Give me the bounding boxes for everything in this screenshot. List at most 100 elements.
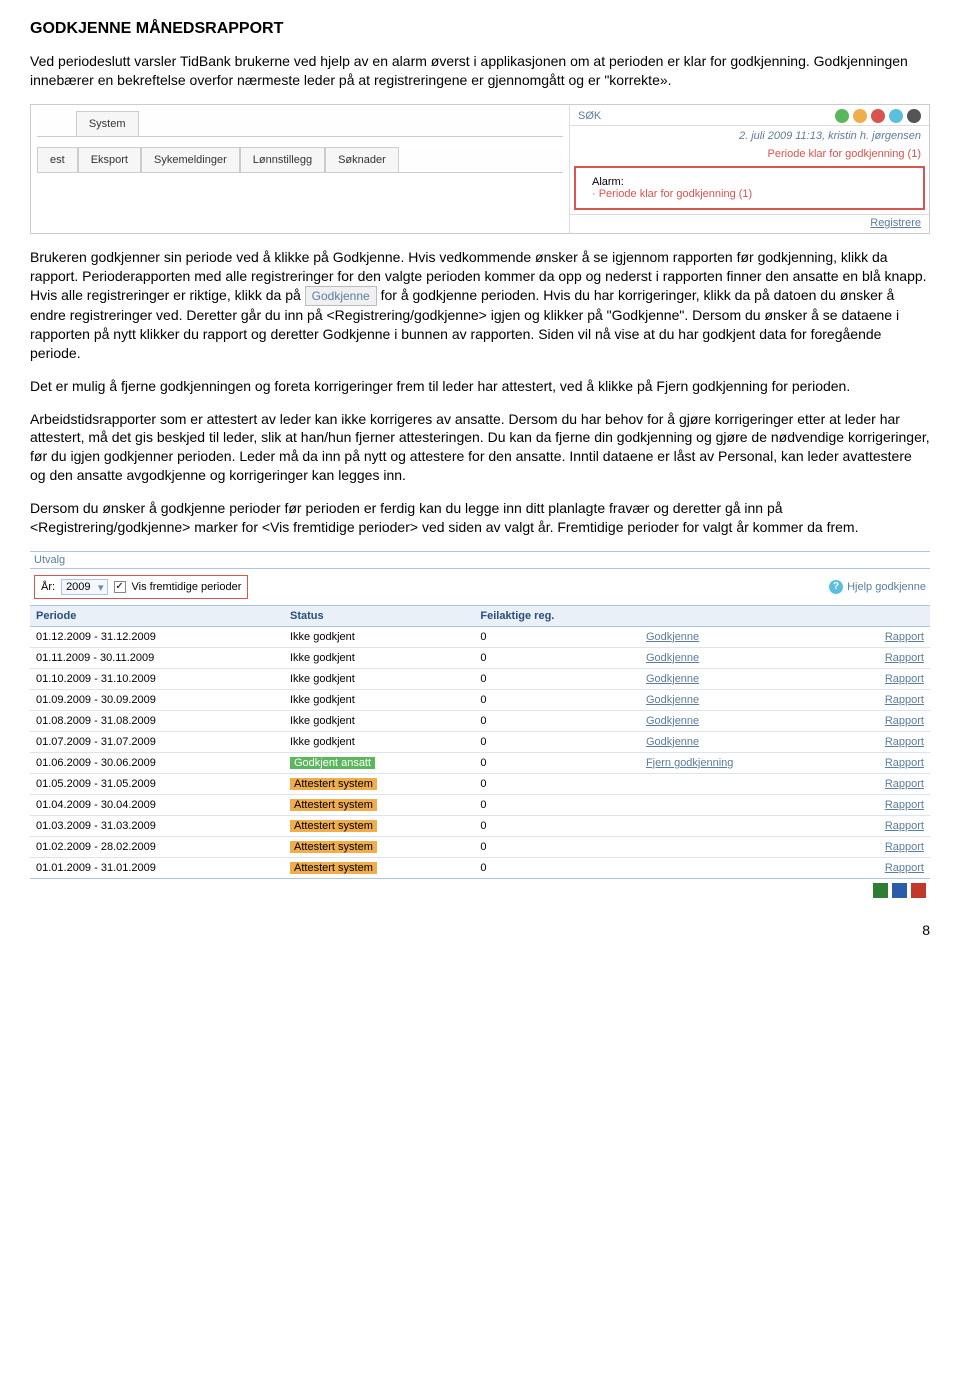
rapport-link[interactable]: Rapport [885, 757, 924, 769]
cell-status: Attestert system [284, 815, 474, 836]
godkjenne-link[interactable]: Godkjenne [646, 652, 699, 664]
rapport-link[interactable]: Rapport [885, 778, 924, 790]
cell-action: Godkjenne [640, 710, 832, 731]
alarm-item[interactable]: · Periode klar for godkjenning (1) [592, 188, 907, 200]
godkjenne-link[interactable]: Godkjenne [646, 736, 699, 748]
tab-system[interactable]: System [76, 111, 139, 136]
cell-action [640, 857, 832, 878]
cell-periode: 01.05.2009 - 31.05.2009 [30, 773, 284, 794]
circle-green-icon[interactable] [835, 109, 849, 123]
future-checkbox[interactable]: ✓ [114, 581, 126, 593]
cell-feil: 0 [474, 752, 640, 773]
circle-orange-icon[interactable] [853, 109, 867, 123]
rapport-link[interactable]: Rapport [885, 841, 924, 853]
col-status: Status [284, 605, 474, 626]
page-title: GODKJENNE MÅNEDSRAPPORT [30, 20, 930, 38]
rapport-link[interactable]: Rapport [885, 715, 924, 727]
cell-feil: 0 [474, 710, 640, 731]
rapport-link[interactable]: Rapport [885, 736, 924, 748]
table-row: 01.11.2009 - 30.11.2009Ikke godkjent0 God… [30, 647, 930, 668]
body-paragraph-4: Arbeidstidsrapporter som er attestert av… [30, 410, 930, 486]
excel-icon[interactable] [873, 883, 888, 898]
word-icon[interactable] [892, 883, 907, 898]
godkjenne-link[interactable]: Godkjenne [646, 673, 699, 685]
circle-red-icon[interactable] [871, 109, 885, 123]
rapport-link[interactable]: Rapport [885, 799, 924, 811]
pdf-icon[interactable] [911, 883, 926, 898]
cell-action: Godkjenne [640, 668, 832, 689]
body-paragraph-5: Dersom du ønsker å godkjenne perioder fø… [30, 499, 930, 537]
help-link[interactable]: ? Hjelp godkjenne [829, 580, 926, 594]
cell-feil: 0 [474, 794, 640, 815]
cell-status: Ikke godkjent [284, 647, 474, 668]
rapport-link[interactable]: Rapport [885, 862, 924, 874]
cell-status: Attestert system [284, 836, 474, 857]
tab-eksport[interactable]: Eksport [78, 147, 141, 172]
rapport-link[interactable]: Rapport [885, 631, 924, 643]
cell-action [640, 794, 832, 815]
rapport-link[interactable]: Rapport [885, 694, 924, 706]
table-row: 01.10.2009 - 31.10.2009Ikke godkjent0 God… [30, 668, 930, 689]
godkjenne-inline-button[interactable]: Godkjenne [305, 286, 377, 306]
search-label[interactable]: SØK [578, 110, 601, 122]
alert-box: Alarm: · Periode klar for godkjenning (1… [574, 166, 925, 210]
cell-status: Godkjent ansatt [284, 752, 474, 773]
cell-action: Godkjenne [640, 689, 832, 710]
godkjenne-link[interactable]: Godkjenne [646, 715, 699, 727]
cell-periode: 01.04.2009 - 30.04.2009 [30, 794, 284, 815]
alert-title: Periode klar for godkjenning (1) [570, 146, 929, 162]
tab-sykemeldinger[interactable]: Sykemeldinger [141, 147, 240, 172]
tab-lonnstillegg[interactable]: Lønnstillegg [240, 147, 325, 172]
cell-status: Attestert system [284, 857, 474, 878]
table-row: 01.04.2009 - 30.04.2009Attestert system0… [30, 794, 930, 815]
utvalg-header: Utvalg [30, 551, 930, 569]
cell-status: Attestert system [284, 794, 474, 815]
cell-feil: 0 [474, 626, 640, 647]
godkjenne-link[interactable]: Godkjenne [646, 631, 699, 643]
col-feil: Feilaktige reg. [474, 605, 640, 626]
intro-paragraph: Ved periodeslutt varsler TidBank brukern… [30, 52, 930, 90]
body-paragraph-3: Det er mulig å fjerne godkjenningen og f… [30, 377, 930, 396]
cell-periode: 01.11.2009 - 30.11.2009 [30, 647, 284, 668]
table-row: 01.12.2009 - 31.12.2009Ikke godkjent0God… [30, 626, 930, 647]
year-select[interactable]: 2009 [61, 579, 107, 595]
cell-feil: 0 [474, 668, 640, 689]
cell-periode: 01.10.2009 - 31.10.2009 [30, 668, 284, 689]
cell-action: Godkjenne [640, 626, 832, 647]
cell-periode: 01.02.2009 - 28.02.2009 [30, 836, 284, 857]
fjern-godkjenning-link[interactable]: Fjern godkjenning [646, 757, 733, 769]
tab-est[interactable]: est [37, 147, 78, 172]
circle-dark-icon[interactable] [907, 109, 921, 123]
cell-status: Ikke godkjent [284, 668, 474, 689]
rapport-link[interactable]: Rapport [885, 820, 924, 832]
cell-periode: 01.03.2009 - 31.03.2009 [30, 815, 284, 836]
page-number: 8 [30, 922, 930, 938]
rapport-link[interactable]: Rapport [885, 673, 924, 685]
godkjenne-link[interactable]: Godkjenne [646, 694, 699, 706]
registrere-link[interactable]: Registrere [570, 214, 929, 233]
cell-feil: 0 [474, 815, 640, 836]
table-row: 01.01.2009 - 31.01.2009Attestert system0… [30, 857, 930, 878]
table-row: 01.02.2009 - 28.02.2009Attestert system0… [30, 836, 930, 857]
help-icon: ? [829, 580, 843, 594]
screenshot-periods: Utvalg År: 2009 ✓ Vis fremtidige periode… [30, 551, 930, 902]
help-text: Hjelp godkjenne [847, 581, 926, 593]
cell-status: Ikke godkjent [284, 689, 474, 710]
alarm-label: Alarm: [592, 176, 907, 188]
cell-periode: 01.09.2009 - 30.09.2009 [30, 689, 284, 710]
cell-periode: 01.12.2009 - 31.12.2009 [30, 626, 284, 647]
cell-feil: 0 [474, 647, 640, 668]
export-footer [30, 878, 930, 902]
cell-action [640, 773, 832, 794]
table-row: 01.08.2009 - 31.08.2009Ikke godkjent0God… [30, 710, 930, 731]
rapport-link[interactable]: Rapport [885, 652, 924, 664]
circle-blue-icon[interactable] [889, 109, 903, 123]
cell-status: Ikke godkjent [284, 731, 474, 752]
tab-soknader[interactable]: Søknader [325, 147, 399, 172]
col-periode: Periode [30, 605, 284, 626]
cell-feil: 0 [474, 731, 640, 752]
cell-action: Godkjenne [640, 647, 832, 668]
cell-periode: 01.01.2009 - 31.01.2009 [30, 857, 284, 878]
periods-table: Periode Status Feilaktige reg. 01.12.200… [30, 605, 930, 878]
table-row: 01.05.2009 - 31.05.2009Attestert system0… [30, 773, 930, 794]
